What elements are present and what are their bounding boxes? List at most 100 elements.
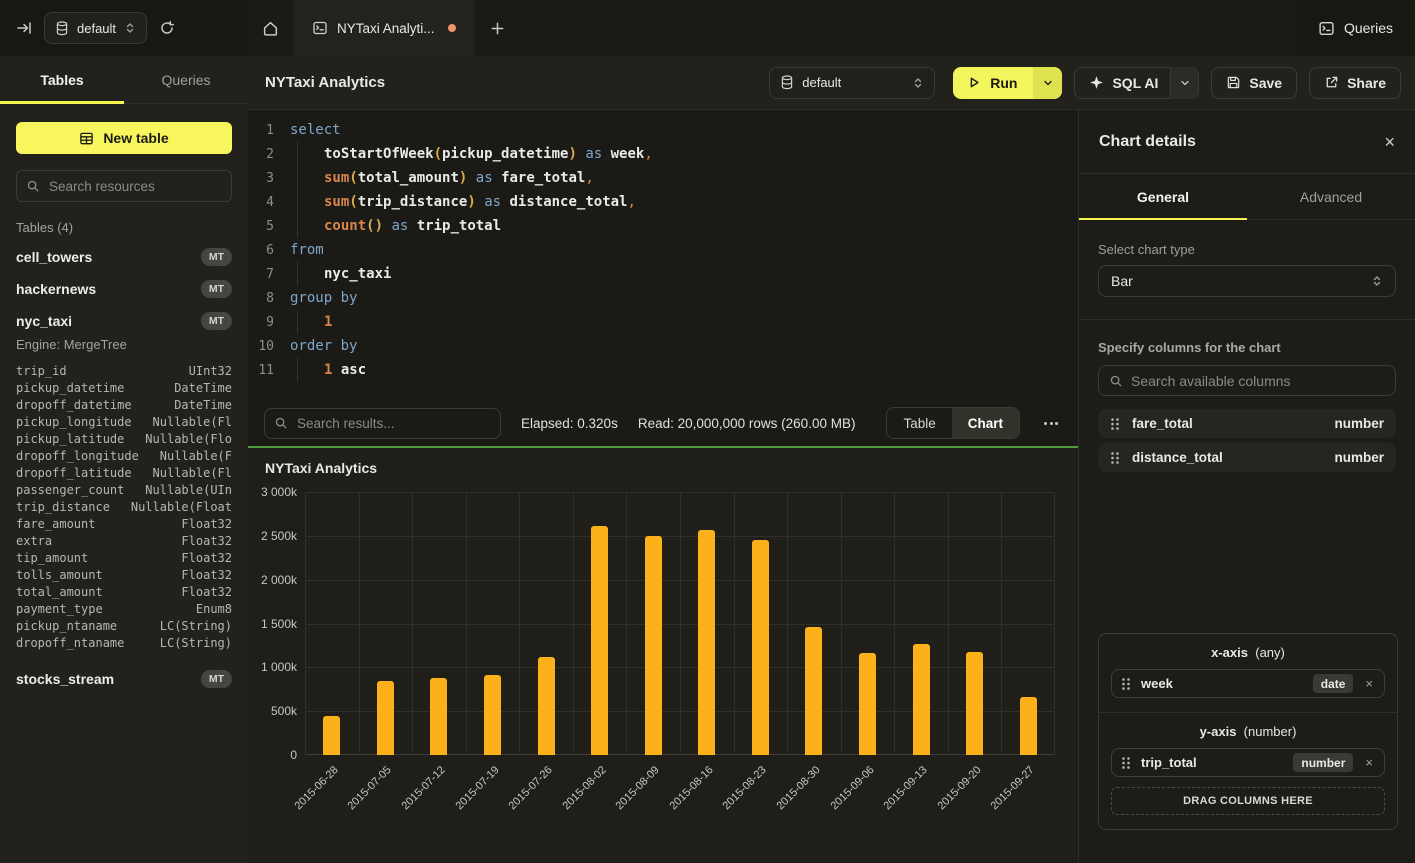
- columns-search-input[interactable]: [1098, 365, 1396, 396]
- unsaved-dot-icon: [448, 24, 456, 32]
- new-table-button[interactable]: New table: [16, 122, 232, 154]
- chevron-down-icon: [1042, 77, 1054, 89]
- view-toggle-chart[interactable]: Chart: [952, 408, 1019, 438]
- axis-config-box: x-axis (any) week date × y-axis (number)…: [1098, 633, 1398, 830]
- tab-advanced[interactable]: Advanced: [1247, 174, 1415, 219]
- code-line: 7nyc_taxi: [248, 262, 1078, 286]
- share-icon: [1324, 75, 1339, 90]
- query-header: NYTaxi Analytics default Run SQL AI: [248, 56, 1415, 110]
- drag-columns-dropzone[interactable]: DRAG COLUMNS HERE: [1111, 787, 1385, 815]
- chart-bar[interactable]: [538, 657, 555, 755]
- query-database-selector[interactable]: default: [769, 67, 935, 99]
- database-selector-value: default: [77, 21, 116, 36]
- table-engine: Engine: MergeTree: [0, 337, 248, 362]
- table-column-row: trip_idUInt32: [0, 362, 248, 379]
- home-tab[interactable]: [248, 0, 294, 56]
- available-column-item[interactable]: fare_totalnumber: [1098, 409, 1396, 438]
- line-number: 11: [248, 363, 290, 378]
- chart-bar[interactable]: [1020, 697, 1037, 755]
- remove-x-column-icon[interactable]: ×: [1363, 676, 1375, 691]
- chevron-updown-icon: [1371, 274, 1383, 288]
- new-tab-button[interactable]: [474, 0, 522, 56]
- tab-general[interactable]: General: [1079, 174, 1247, 219]
- table-column-row: pickup_longitudeNullable(Fl: [0, 413, 248, 430]
- tab-title: NYTaxi Analyti...: [337, 21, 435, 36]
- chart-bar[interactable]: [966, 652, 983, 755]
- results-toolbar: Elapsed: 0.320s Read: 20,000,000 rows (2…: [248, 400, 1078, 446]
- run-button[interactable]: Run: [953, 67, 1062, 99]
- table-row[interactable]: nyc_taxiMT: [0, 305, 248, 337]
- remove-y-column-icon[interactable]: ×: [1363, 755, 1375, 770]
- code-line: 4sum(trip_distance) as distance_total,: [248, 190, 1078, 214]
- y-tick-label: 2 500k: [248, 529, 297, 543]
- chart-bar[interactable]: [323, 716, 340, 755]
- sidebar-search-input[interactable]: [16, 170, 232, 202]
- close-icon[interactable]: ×: [1384, 133, 1395, 151]
- run-dropdown-button[interactable]: [1033, 67, 1062, 99]
- chevron-updown-icon: [124, 21, 136, 35]
- chart-type-select[interactable]: Bar: [1098, 265, 1396, 297]
- chart-bar[interactable]: [859, 653, 876, 755]
- database-selector[interactable]: default: [44, 12, 147, 44]
- sidebar-tab-tables[interactable]: Tables: [0, 56, 124, 103]
- elapsed-stat: Elapsed: 0.320s: [521, 416, 618, 431]
- code-line: 3sum(total_amount) as fare_total,: [248, 166, 1078, 190]
- chart-bar[interactable]: [645, 536, 662, 755]
- available-columns-list: fare_totalnumber distance_totalnumber: [1098, 409, 1396, 472]
- chart-bar[interactable]: [698, 530, 715, 755]
- table-column-row: dropoff_longitudeNullable(F: [0, 447, 248, 464]
- code-line: 10order by: [248, 334, 1078, 358]
- table-row[interactable]: stocks_streamMT: [0, 663, 248, 695]
- x-axis-heading: x-axis (any): [1111, 645, 1385, 660]
- more-options-icon[interactable]: [1040, 416, 1062, 431]
- sql-editor[interactable]: 1select2toStartOfWeek(pickup_datetime) a…: [248, 110, 1078, 400]
- sql-ai-button[interactable]: SQL AI: [1074, 67, 1199, 99]
- specify-columns-label: Specify columns for the chart: [1098, 340, 1396, 355]
- chart-bar[interactable]: [484, 675, 501, 755]
- chart-bar[interactable]: [805, 627, 822, 755]
- chart-bar[interactable]: [377, 681, 394, 755]
- x-axis-column-name: week: [1141, 676, 1173, 691]
- chart-type-value: Bar: [1111, 273, 1133, 289]
- tab-nytaxi-analytics[interactable]: NYTaxi Analyti...: [294, 0, 474, 56]
- chart-plot-area: [305, 492, 1055, 755]
- x-axis-column-item[interactable]: week date ×: [1111, 669, 1385, 698]
- table-row[interactable]: cell_towersMT: [0, 241, 248, 273]
- chart-bar[interactable]: [591, 526, 608, 755]
- sidebar-tab-queries[interactable]: Queries: [124, 56, 248, 103]
- table-grid-icon: [79, 131, 94, 146]
- y-tick-label: 1 000k: [248, 660, 297, 674]
- topbar-left: default: [0, 0, 248, 56]
- tables-section-label: Tables (4): [16, 220, 232, 235]
- table-row[interactable]: hackernewsMT: [0, 273, 248, 305]
- queries-icon: [1318, 20, 1335, 37]
- view-toggle: Table Chart: [886, 407, 1020, 439]
- x-axis-type-badge: date: [1313, 674, 1354, 693]
- code-line: 8group by: [248, 286, 1078, 310]
- share-button[interactable]: Share: [1309, 67, 1401, 99]
- chart-bar[interactable]: [430, 678, 447, 755]
- column-name: fare_total: [1132, 416, 1193, 431]
- queries-button[interactable]: Queries: [1296, 0, 1415, 56]
- engine-badge: MT: [201, 248, 232, 266]
- line-number: 2: [248, 147, 290, 162]
- sql-ai-dropdown-button[interactable]: [1170, 67, 1198, 99]
- available-column-item[interactable]: distance_totalnumber: [1098, 443, 1396, 472]
- save-button[interactable]: Save: [1211, 67, 1297, 99]
- view-toggle-table[interactable]: Table: [887, 408, 951, 438]
- y-axis-column-item[interactable]: trip_total number ×: [1111, 748, 1385, 777]
- code-line: 2toStartOfWeek(pickup_datetime) as week,: [248, 142, 1078, 166]
- chart-details-header: Chart details ×: [1079, 110, 1415, 174]
- results-search-input[interactable]: [264, 408, 501, 439]
- chart-bar[interactable]: [752, 540, 769, 755]
- sidebar-search: [16, 170, 232, 202]
- chart-details-title: Chart details: [1099, 133, 1196, 151]
- sidebar: Tables Queries New table Tables (4) cell…: [0, 56, 248, 863]
- table-column-row: pickup_datetimeDateTime: [0, 379, 248, 396]
- chart-bar[interactable]: [913, 644, 930, 755]
- collapse-sidebar-icon[interactable]: [16, 20, 32, 36]
- chart-type-label: Select chart type: [1098, 242, 1396, 257]
- y-axis-type-badge: number: [1293, 753, 1353, 772]
- refresh-icon[interactable]: [159, 20, 175, 36]
- chart-details-panel: Chart details × General Advanced Select …: [1078, 110, 1415, 863]
